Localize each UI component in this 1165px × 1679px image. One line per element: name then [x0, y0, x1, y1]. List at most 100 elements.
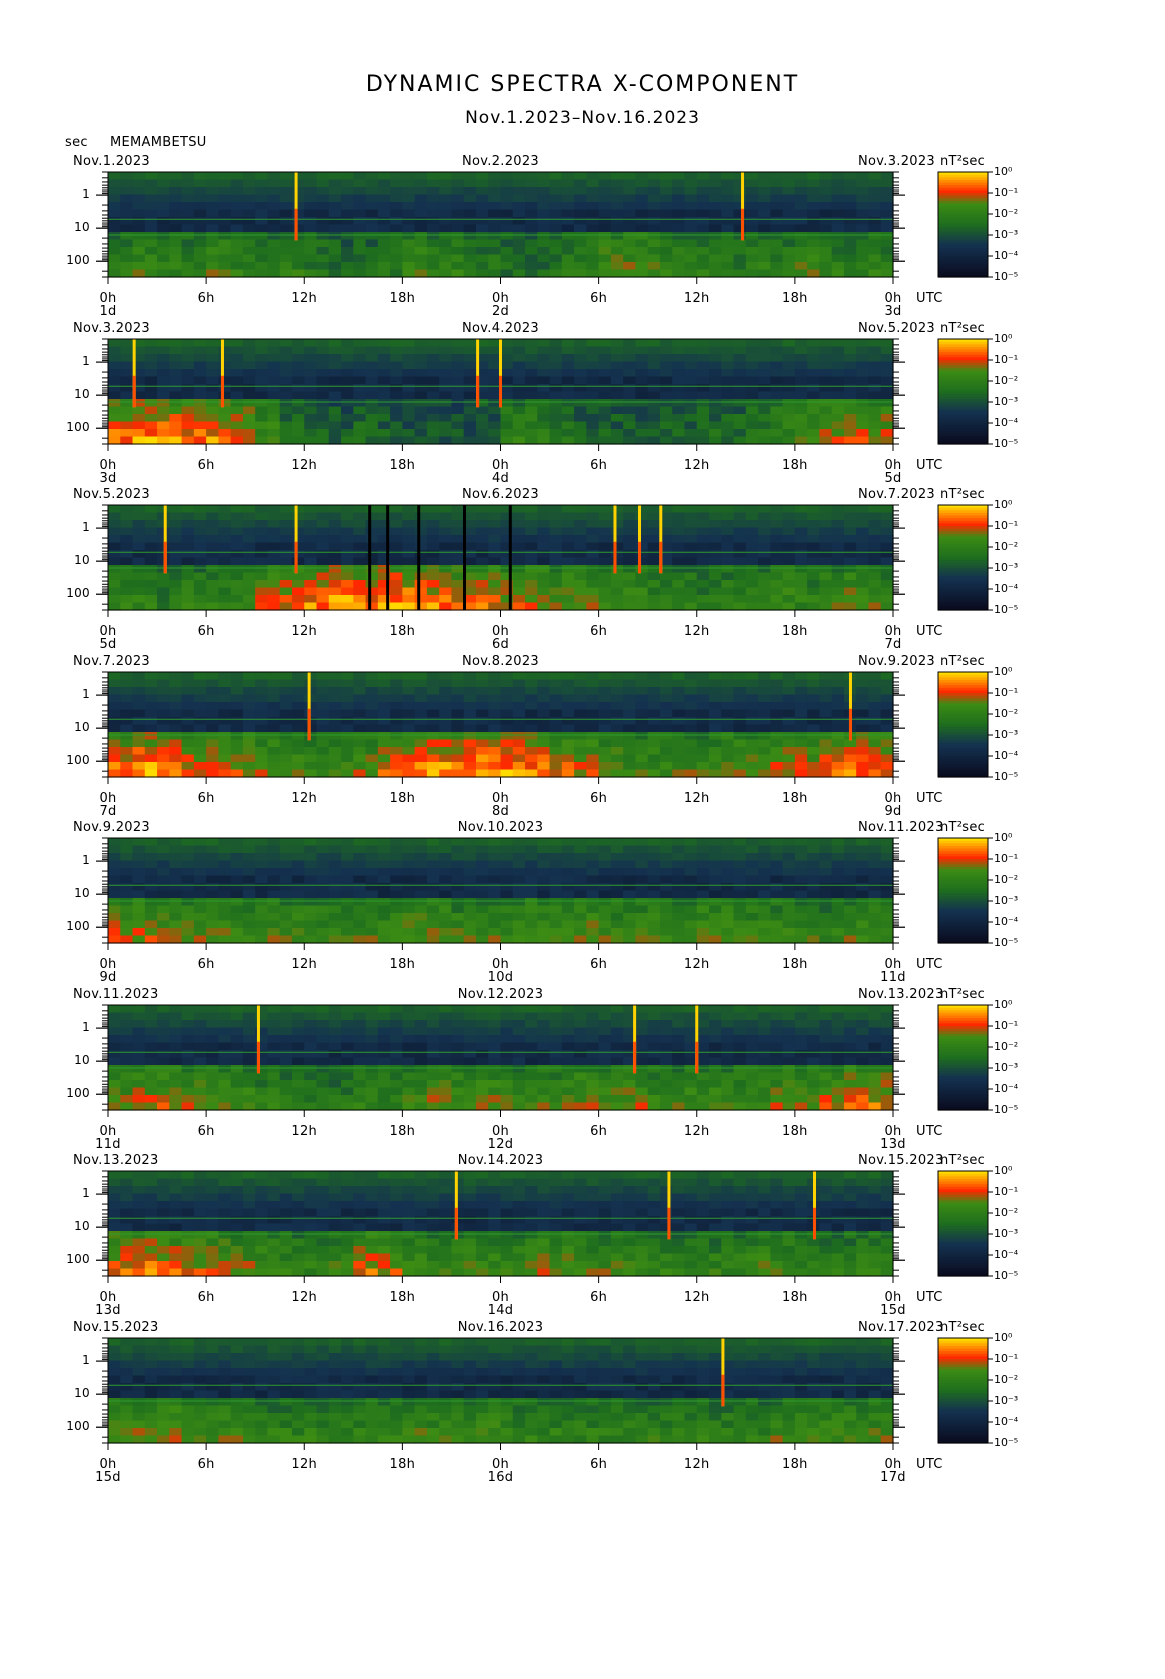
- spectrum-cell: [193, 505, 207, 514]
- spectrum-cell: [733, 202, 747, 211]
- spectrum-cell: [304, 860, 318, 869]
- spectrum-cell: [402, 595, 416, 604]
- spectrum-cell: [291, 202, 305, 211]
- spectrum-cell: [831, 709, 845, 718]
- spectrum-cell: [279, 399, 293, 408]
- spectrum-cell: [623, 391, 637, 400]
- spectrum-cell: [267, 702, 281, 711]
- spectrum-cell: [721, 702, 735, 711]
- spectrum-cell: [807, 339, 821, 348]
- spectrum-cell: [831, 209, 845, 218]
- spectrum-cell: [733, 890, 747, 899]
- spectrum-cell: [463, 346, 477, 355]
- spectrum-cell: [255, 769, 269, 778]
- spectrum-cell: [193, 898, 207, 907]
- spectrum-cell: [255, 868, 269, 877]
- spectrum-cell: [770, 354, 784, 363]
- spectrum-cell: [758, 898, 771, 907]
- spectrum-cell: [451, 217, 465, 226]
- spectrum-cell: [169, 339, 183, 348]
- spectrum-cell: [439, 845, 453, 854]
- spectrum-cell: [598, 845, 612, 854]
- spectrum-cell: [561, 572, 575, 581]
- spectrum-cell: [279, 376, 293, 385]
- spectrum-cell: [819, 898, 833, 907]
- spectrum-cell: [758, 838, 771, 847]
- spectrum-cell: [868, 890, 882, 899]
- spectrum-cell: [414, 694, 428, 703]
- spectrum-cell: [157, 905, 170, 914]
- spectrum-cell: [402, 202, 416, 211]
- spectrum-cell: [782, 875, 796, 884]
- spectrum-cell: [843, 269, 857, 278]
- spectrum-cell: [365, 269, 379, 278]
- spectrum-cell: [451, 346, 465, 355]
- spectrum-cell: [782, 436, 796, 445]
- spectrum-cell: [549, 595, 563, 604]
- spectrum-cell: [537, 262, 551, 271]
- spectrum-cell: [586, 346, 600, 355]
- spectrum-cell: [108, 172, 121, 181]
- spectrum-cell: [218, 262, 232, 271]
- spectrum-cell: [144, 602, 158, 611]
- spectrum-cell: [598, 679, 612, 688]
- spectrum-cell: [770, 361, 784, 370]
- spectrum-cell: [341, 732, 354, 741]
- spectrum-cell: [144, 845, 158, 854]
- spectrum-cell: [696, 232, 710, 241]
- spectrum-cell: [782, 595, 796, 604]
- spectrum-cell: [328, 254, 342, 263]
- spectrum-cell: [525, 883, 538, 892]
- spectrum-cell: [426, 512, 440, 521]
- spectrum-cell: [316, 838, 330, 847]
- spectrum-cell: [745, 361, 759, 370]
- spectrum-cell: [598, 928, 612, 937]
- spectrum-cell: [132, 239, 146, 248]
- spectrum-cell: [733, 399, 747, 408]
- spectrum-cell: [770, 217, 784, 226]
- spectrum-cell: [157, 354, 170, 363]
- spectrum-cell: [794, 391, 808, 400]
- spectrum-cell: [267, 194, 281, 203]
- spectrum-cell: [451, 565, 465, 574]
- spectrum-cell: [316, 232, 330, 241]
- spectrum-cell: [586, 172, 600, 181]
- spectrum-cell: [807, 505, 821, 514]
- spectrum-cell: [537, 853, 551, 862]
- spectrum-cell: [647, 595, 661, 604]
- spectrum-cell: [549, 928, 563, 937]
- spectrum-cell: [684, 406, 698, 415]
- spectrum-cell: [120, 672, 134, 681]
- spectrum-cell: [880, 762, 894, 771]
- spectrum-cell: [108, 346, 121, 355]
- spectrum-cell: [377, 845, 391, 854]
- spectrum-cell: [684, 717, 698, 726]
- spectrum-cell: [316, 414, 330, 423]
- spectrum-cell: [463, 853, 477, 862]
- spectrum-cell: [341, 179, 354, 188]
- spectrum-cell: [304, 505, 318, 514]
- spectrum-cell: [647, 602, 661, 611]
- spectrum-cell: [390, 376, 403, 385]
- spectrum-cell: [709, 194, 722, 203]
- spectrum-cell: [242, 254, 256, 263]
- spectrum-cell: [206, 717, 219, 726]
- spectrum-cell: [463, 179, 477, 188]
- spectrum-cell: [181, 672, 195, 681]
- spectrum-cell: [782, 384, 796, 393]
- spectrum-cell: [426, 920, 440, 929]
- spectrum-cell: [206, 913, 219, 922]
- spectrum-cell: [365, 217, 379, 226]
- spectrum-cell: [463, 694, 477, 703]
- spectrum-cell: [402, 580, 416, 589]
- spectrum-cell: [525, 232, 538, 241]
- spectrum-cell: [684, 505, 698, 514]
- spectrum-cell: [733, 595, 747, 604]
- spectrum-cell: [610, 709, 624, 718]
- spectrum-cell: [745, 762, 759, 771]
- spectrum-cell: [132, 913, 146, 922]
- spectrum-cell: [598, 853, 612, 862]
- spectrum-cell: [353, 550, 367, 559]
- spectrum-cell: [856, 883, 870, 892]
- spectrum-cell: [169, 739, 183, 748]
